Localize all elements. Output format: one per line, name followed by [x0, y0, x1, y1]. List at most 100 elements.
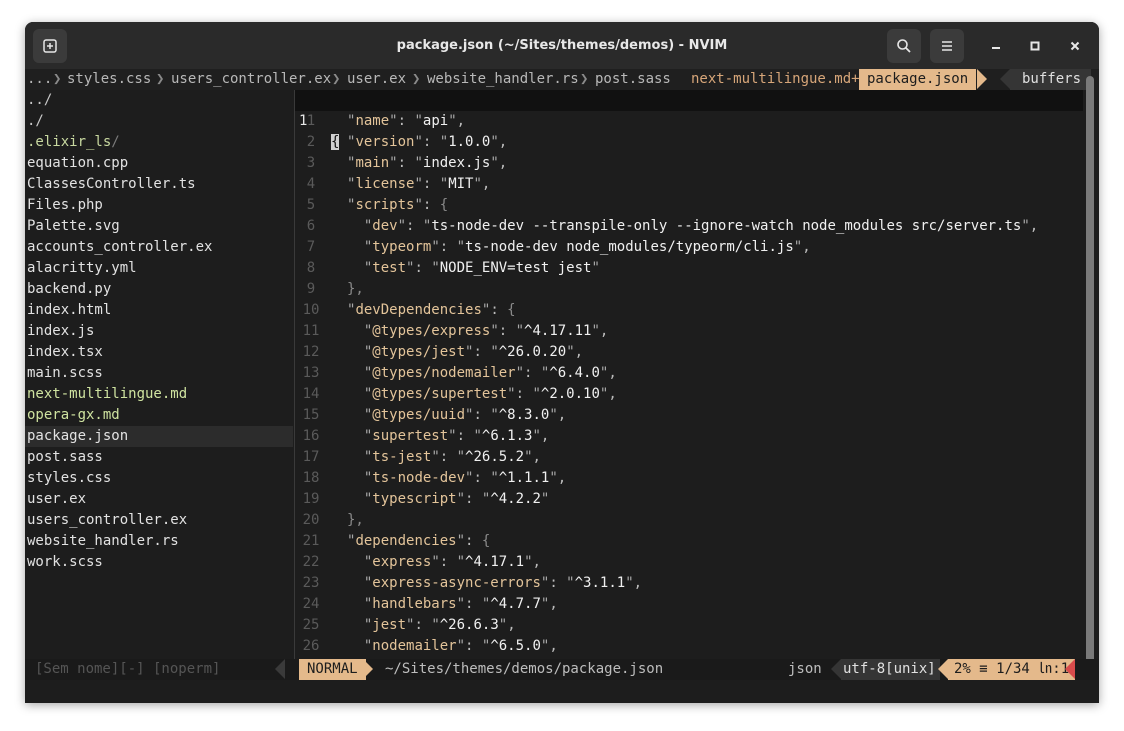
minimize-button[interactable]: [985, 35, 1007, 57]
json-quote: ": [414, 155, 423, 171]
tree-item[interactable]: users_controller.ex: [25, 510, 293, 531]
tree-item[interactable]: ./: [25, 111, 293, 132]
editor-line[interactable]: 1 "name": "api",: [295, 111, 1083, 132]
tab-post-sass[interactable]: post.sass: [595, 69, 671, 90]
command-line[interactable]: [25, 680, 1099, 703]
file-path: ~/Sites/themes/demos/package.json: [385, 661, 664, 677]
tree-item[interactable]: ClassesController.ts: [25, 174, 293, 195]
editor-line[interactable]: 17 "ts-jest": "^26.5.2",: [295, 447, 1083, 468]
tree-item[interactable]: backend.py: [25, 279, 293, 300]
editor-line[interactable]: 12 "@types/jest": "^26.0.20",: [295, 342, 1083, 363]
editor-line[interactable]: 14 "@types/supertest": "^2.0.10",: [295, 384, 1083, 405]
editor-line[interactable]: 2 "version": "1.0.0",: [295, 132, 1083, 153]
json-comma: ,: [481, 176, 491, 192]
tree-item-label: Palette.svg: [27, 218, 120, 234]
editor-line[interactable]: 11 "@types/express": "^4.17.11",: [295, 321, 1083, 342]
line-code: "@types/supertest": "^2.0.10",: [347, 384, 617, 405]
tree-item[interactable]: work.scss: [25, 552, 293, 573]
json-quote: ": [793, 239, 803, 255]
tab-user-ex[interactable]: user.ex: [347, 69, 406, 90]
diagnostic-warning-indicator: [1065, 659, 1075, 679]
tree-item[interactable]: Files.php: [25, 195, 293, 216]
editor-line[interactable]: 7 "typeorm": "ts-node-dev node_modules/t…: [295, 237, 1083, 258]
tree-item[interactable]: equation.cpp: [25, 153, 293, 174]
editor-line[interactable]: 16 "supertest": "^6.1.3",: [295, 426, 1083, 447]
scrollbar-thumb[interactable]: [1086, 76, 1094, 664]
editor-line[interactable]: 21 "dependencies": {: [295, 531, 1083, 552]
tree-item[interactable]: ../: [25, 90, 293, 111]
search-button[interactable]: [887, 29, 921, 63]
tree-item[interactable]: index.js: [25, 321, 293, 342]
tab-users-controller-ex[interactable]: users_controller.ex: [171, 69, 331, 90]
editor-line[interactable]: 26 "nodemailer": "^6.5.0",: [295, 636, 1083, 657]
editor-pane[interactable]: 1 { 1 "name": "api", 2 "version": "1.0.0", 3…: [295, 90, 1083, 659]
tree-item[interactable]: package.json: [25, 426, 293, 447]
maximize-button[interactable]: [1024, 35, 1046, 57]
buffers-indicator[interactable]: buffers: [1010, 69, 1092, 90]
tree-item[interactable]: index.tsx: [25, 342, 293, 363]
editor-line[interactable]: 24 "handlebars": "^4.7.7",: [295, 594, 1083, 615]
json-quote: ": [490, 155, 499, 171]
line-number: 26: [302, 638, 320, 654]
editor-line[interactable]: 6 "dev": "ts-node-dev --transpile-only -…: [295, 216, 1083, 237]
editor-line[interactable]: 20},: [295, 510, 1083, 531]
tree-item[interactable]: alacritty.yml: [25, 258, 293, 279]
close-button[interactable]: [1064, 35, 1086, 57]
tree-item[interactable]: next-multilingue.md: [25, 384, 293, 405]
json-key: dependencies: [355, 533, 457, 549]
tab-website-handler-rs[interactable]: website_handler.rs: [427, 69, 579, 90]
line-number: 21: [302, 533, 320, 549]
tab-package-json-active[interactable]: package.json: [859, 69, 977, 90]
editor-line[interactable]: 18 "ts-node-dev": "^1.1.1",: [295, 468, 1083, 489]
tree-item[interactable]: main.scss: [25, 363, 293, 384]
tree-item-label: accounts_controller.ex: [27, 239, 213, 255]
tree-item-label: main.scss: [27, 365, 103, 381]
line-code: "name": "api",: [347, 111, 465, 132]
line-code: "handlebars": "^4.7.7",: [347, 594, 558, 615]
scrollbar-track[interactable]: [1086, 76, 1094, 664]
tree-item[interactable]: user.ex: [25, 489, 293, 510]
tree-item[interactable]: website_handler.rs: [25, 531, 293, 552]
line-code: "dependencies": {: [347, 531, 490, 552]
editor-line[interactable]: 4 "license": "MIT",: [295, 174, 1083, 195]
menu-button[interactable]: [930, 29, 964, 63]
json-key: supertest: [372, 428, 449, 444]
tab-next-multilingue-md[interactable]: next-multilingue.md+: [691, 69, 860, 90]
editor-line[interactable]: 13 "@types/nodemailer": "^6.4.0",: [295, 363, 1083, 384]
tab-separator: ❯: [412, 71, 421, 87]
editor-line[interactable]: 5 "scripts": {: [295, 195, 1083, 216]
json-quote: ": [456, 554, 466, 570]
editor-line[interactable]: 15 "@types/uuid": "^8.3.0",: [295, 405, 1083, 426]
line-code: "license": "MIT",: [347, 174, 490, 195]
json-value: ^26.6.3: [439, 617, 499, 633]
json-quote: ": [473, 428, 482, 444]
tree-item[interactable]: styles.css: [25, 468, 293, 489]
line-number: 4: [306, 176, 316, 192]
tab-overflow[interactable]: ...: [27, 69, 52, 90]
editor-line[interactable]: 9},: [295, 279, 1083, 300]
tree-item-label: ../: [27, 92, 53, 108]
editor-line[interactable]: 3 "main": "index.js",: [295, 153, 1083, 174]
editor-line[interactable]: 19 "typescript": "^4.2.2": [295, 489, 1083, 510]
editor-line[interactable]: 25 "jest": "^26.6.3",: [295, 615, 1083, 636]
line-number: 5: [306, 197, 316, 213]
json-value: ^4.7.7: [490, 596, 541, 612]
tree-item[interactable]: opera-gx.md: [25, 405, 293, 426]
tab-styles-css[interactable]: styles.css: [67, 69, 151, 90]
json-key: devDependencies: [355, 302, 482, 318]
tree-item[interactable]: index.html: [25, 300, 293, 321]
editor-line[interactable]: 8 "test": "NODE_ENV=test jest": [295, 258, 1083, 279]
editor-line[interactable]: 10 "devDependencies": {: [295, 300, 1083, 321]
tree-item[interactable]: accounts_controller.ex: [25, 237, 293, 258]
line-number: 13: [302, 365, 320, 381]
line-number: 8: [306, 260, 316, 276]
editor-line[interactable]: 23 "express-async-errors": "^3.1.1",: [295, 573, 1083, 594]
line-code: "test": "NODE_ENV=test jest": [347, 258, 600, 279]
inactive-buffer-status: [Sem nome][-] [noperm]: [35, 661, 221, 677]
tree-item[interactable]: Palette.svg: [25, 216, 293, 237]
tree-item[interactable]: post.sass: [25, 447, 293, 468]
editor-line-current[interactable]: 1 {: [295, 90, 1083, 150]
editor-line[interactable]: 22 "express": "^4.17.1",: [295, 552, 1083, 573]
tree-item-label: user.ex: [27, 491, 87, 507]
tree-item[interactable]: .elixir_ls/: [25, 132, 293, 153]
